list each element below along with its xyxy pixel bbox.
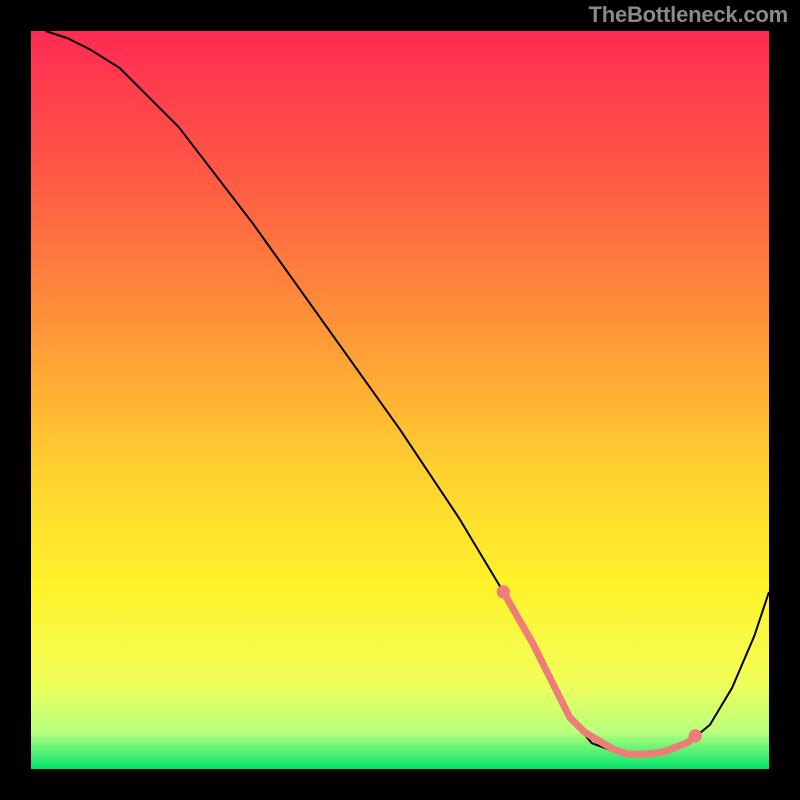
chart-frame: TheBottleneck.com xyxy=(0,0,800,800)
highlight-end-dot xyxy=(689,729,702,742)
gradient-backdrop xyxy=(31,31,769,769)
plot-area xyxy=(31,31,769,769)
attribution-text: TheBottleneck.com xyxy=(588,2,788,28)
highlight-end-dot xyxy=(497,585,510,598)
